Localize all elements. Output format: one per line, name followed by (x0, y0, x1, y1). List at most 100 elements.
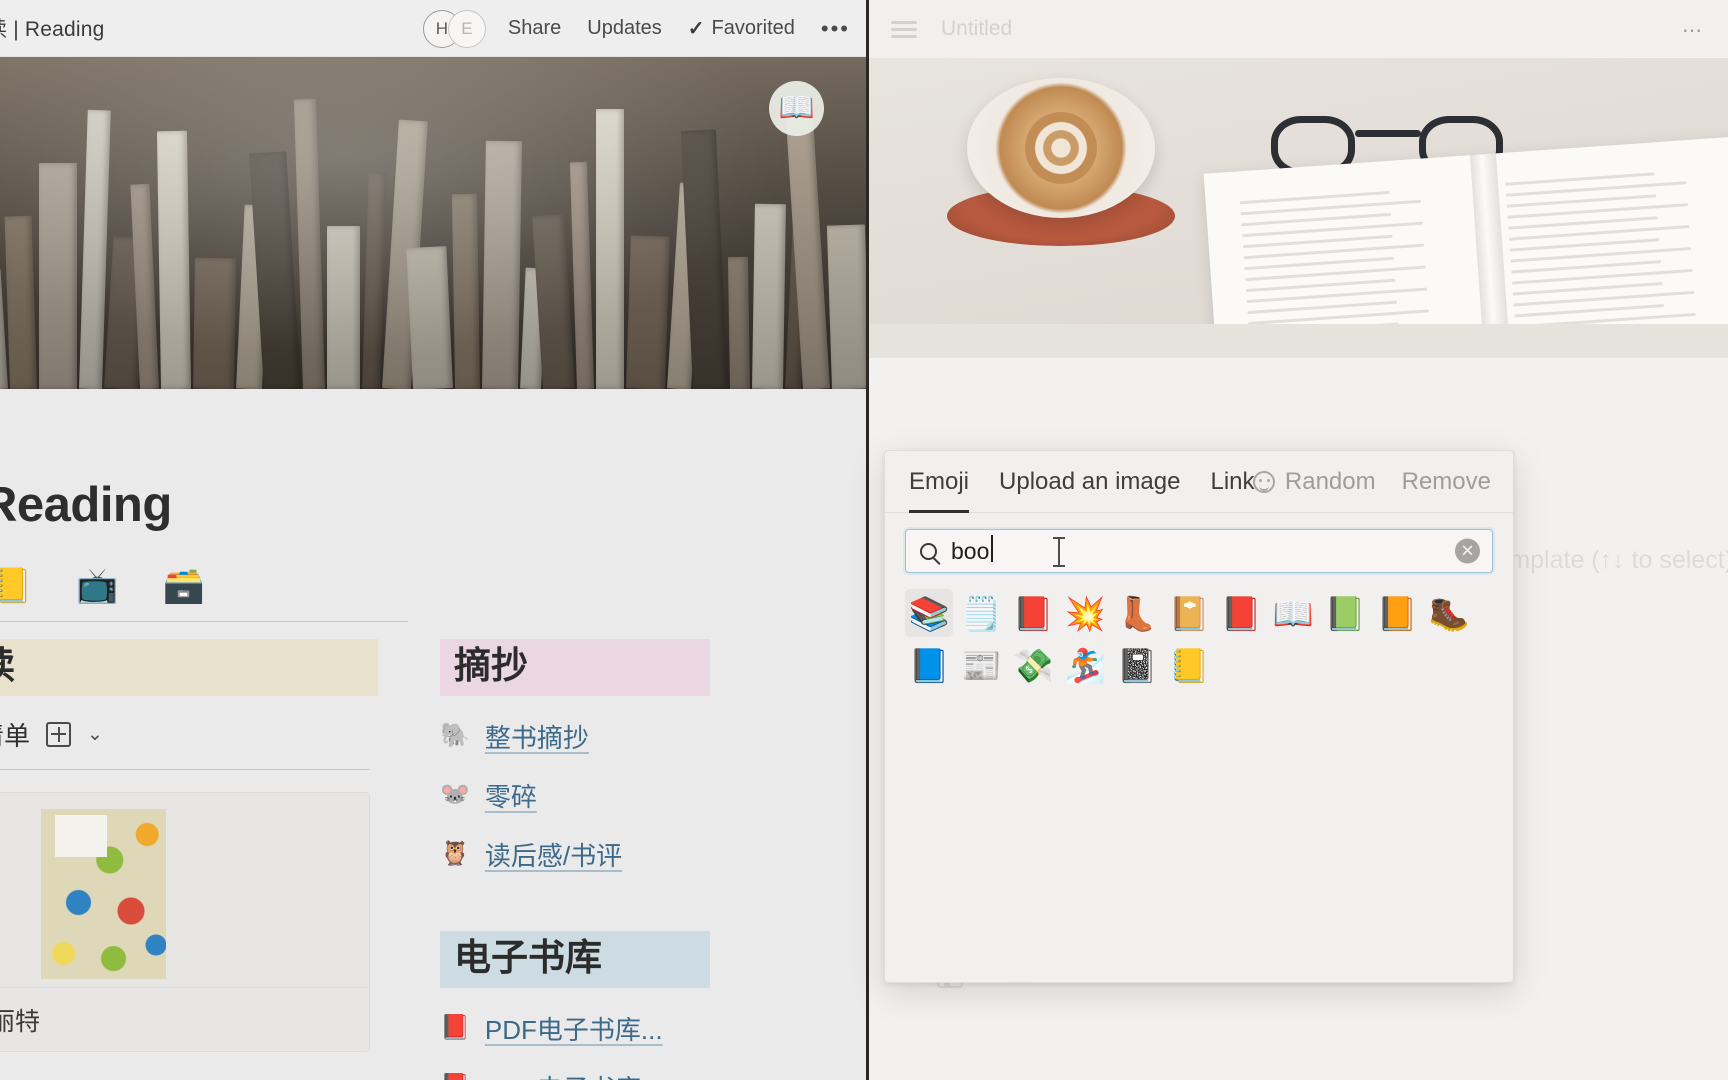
page-link-label[interactable]: 零碎 (485, 777, 537, 814)
search-input-value: boo (951, 534, 994, 564)
emoji-result-green-book[interactable]: 📗 (1321, 589, 1369, 637)
left-page-body: Reading 📒 📺 🗃️ 读 清单 ⌄ (0, 389, 866, 1080)
book-text-line (1511, 260, 1662, 274)
chevron-down-icon[interactable]: ⌄ (87, 723, 103, 746)
content-columns: 读 清单 ⌄ 格丽特 (0, 639, 866, 1080)
book-text-line (1244, 256, 1395, 271)
list-item[interactable]: 📕 PDF电子书库... (440, 1010, 710, 1047)
page-link-label[interactable]: PDF电子书库... (485, 1010, 663, 1047)
search-input[interactable]: boo ✕ (905, 529, 1493, 573)
list-item[interactable]: 📕 PDF电子书库 (440, 1069, 710, 1080)
updates-button[interactable]: Updates (587, 17, 662, 40)
divider (0, 768, 370, 771)
page-link-label[interactable]: 读后感/书评 (485, 836, 622, 873)
document-title[interactable]: Untitled (941, 17, 1012, 41)
emoji-picker-modal[interactable]: Emoji Upload an image Link Random Remove… (884, 450, 1514, 983)
closed-book-icon: 📕 (440, 1014, 470, 1042)
emoji-result-snowboarder[interactable]: 🏂 (1061, 641, 1109, 689)
elephant-icon: 🐘 (440, 722, 470, 750)
emoji-result-ledger[interactable]: 📒 (1165, 641, 1213, 689)
tab-emoji[interactable]: Emoji (909, 451, 970, 513)
book-text-line (1241, 212, 1392, 227)
more-options-icon[interactable]: ••• (821, 16, 850, 42)
emoji-results-grid: 📚 🗒️ 📕 💥 👢 📔 📕 📖 📗 📙 🥾 📘 📰 💸 🏂 📓 📒 (885, 573, 1513, 689)
emoji-result-closed-book-bookmark[interactable]: 📕 (1009, 589, 1057, 637)
page-title[interactable]: Reading (0, 477, 866, 533)
book-text-line (1239, 190, 1390, 205)
book-text-line (1509, 238, 1660, 252)
favorited-button[interactable]: ✓ Favorited (688, 16, 795, 41)
favorited-label: Favorited (711, 17, 795, 39)
emoji-result-notebook[interactable]: 📓 (1113, 641, 1161, 689)
mouse-icon: 🐭 (440, 781, 470, 809)
screen-root: 读 | Reading H E Share Updates ✓ Favorite… (0, 0, 1728, 1080)
television-icon[interactable]: 📺 (76, 569, 118, 603)
left-cover-photo[interactable]: 📖 (0, 57, 866, 389)
section-heading-ebooks[interactable]: 电子书库 (440, 930, 710, 988)
random-button[interactable]: Random (1252, 468, 1376, 496)
page-link-label[interactable]: 整书摘抄 (485, 718, 589, 755)
view-name-label: 清单 (0, 720, 31, 751)
column-excerpts: 摘抄 🐘 整书摘抄 🐭 零碎 🦉 读后感/书评 电子书库 📕 PDF电子书库..… (440, 639, 710, 1080)
emoji-result-closed-book[interactable]: 📕 (1217, 589, 1265, 637)
book-text-line (1245, 278, 1396, 293)
bridge (1355, 130, 1421, 137)
list-item[interactable]: 🦉 读后感/书评 (440, 836, 710, 873)
book-card-title: 格丽特 (0, 1007, 41, 1036)
picker-search-wrapper: boo ✕ (885, 513, 1513, 573)
book-cover-thumbnail (41, 809, 166, 980)
page-link-label[interactable]: PDF电子书库 (485, 1069, 641, 1080)
emoji-result-money-with-wings[interactable]: 💸 (1009, 641, 1057, 689)
picker-actions: Random Remove (1252, 451, 1491, 513)
emoji-result-books[interactable]: 📚 (905, 589, 953, 637)
closed-book-icon: 📕 (440, 1075, 470, 1080)
emoji-result-boot[interactable]: 👢 (1113, 589, 1161, 637)
emoji-result-newspaper[interactable]: 📰 (957, 641, 1005, 689)
right-window-topbar: Untitled (869, 0, 1728, 58)
book-text-line (1508, 216, 1658, 230)
emoji-result-collision[interactable]: 💥 (1061, 589, 1109, 637)
list-item[interactable]: 🐘 整书摘抄 (440, 718, 710, 755)
template-hint-text: template (↑↓ to select) (1488, 546, 1728, 574)
gallery-view-icon[interactable] (46, 721, 72, 747)
check-icon: ✓ (687, 18, 705, 40)
page-icon[interactable]: 📖 (769, 81, 824, 136)
database-view-control[interactable]: 清单 ⌄ (0, 716, 378, 753)
left-window-topbar: 读 | Reading H E Share Updates ✓ Favorite… (0, 0, 866, 57)
notebook-icon[interactable]: 📒 (0, 569, 32, 603)
tab-link[interactable]: Link (1210, 451, 1254, 513)
cover-vignette (0, 57, 866, 389)
topbar-actions: H E Share Updates ✓ Favorited ••• (422, 0, 854, 57)
emoji-result-open-book[interactable]: 📖 (1269, 589, 1317, 637)
book-text-line (1512, 282, 1663, 296)
book-text-line (1514, 304, 1665, 318)
emoji-result-hiking-boot[interactable]: 🥾 (1425, 589, 1473, 637)
emoji-result-notebook-decorative-cover[interactable]: 📔 (1165, 589, 1213, 637)
card-file-box-icon[interactable]: 🗃️ (163, 569, 205, 603)
picker-tab-bar: Emoji Upload an image Link Random Remove (885, 451, 1513, 513)
owl-icon: 🦉 (440, 840, 470, 868)
book-card[interactable]: 格丽特 (0, 792, 370, 1053)
clear-search-icon[interactable]: ✕ (1455, 538, 1480, 564)
table-surface (869, 324, 1728, 358)
avatar-group[interactable]: H E (422, 9, 486, 48)
emoji-result-blue-book[interactable]: 📘 (905, 641, 953, 689)
avatar[interactable]: E (447, 9, 486, 48)
book-text-line (1247, 300, 1398, 315)
right-topbar-actions[interactable]: ⋯ (1682, 18, 1702, 43)
tab-upload-an-image[interactable]: Upload an image (999, 451, 1180, 513)
smiley-icon (1252, 471, 1275, 493)
menu-icon[interactable] (891, 17, 917, 42)
right-cover-photo[interactable] (869, 58, 1728, 358)
emoji-result-bookmark-tabs[interactable]: 🗒️ (957, 589, 1005, 637)
section-heading-reading[interactable]: 读 (0, 639, 378, 696)
list-item[interactable]: 🐭 零碎 (440, 777, 710, 814)
emoji-result-orange-book[interactable]: 📙 (1373, 589, 1421, 637)
title-emoji-row: 📒 📺 🗃️ (0, 569, 408, 622)
share-button[interactable]: Share (508, 17, 561, 40)
section-heading-excerpt[interactable]: 摘抄 (440, 639, 710, 696)
breadcrumb[interactable]: 读 | Reading (0, 13, 105, 43)
remove-button[interactable]: Remove (1402, 468, 1491, 496)
book-cover-label (55, 815, 107, 858)
book-text-line (1242, 234, 1393, 249)
